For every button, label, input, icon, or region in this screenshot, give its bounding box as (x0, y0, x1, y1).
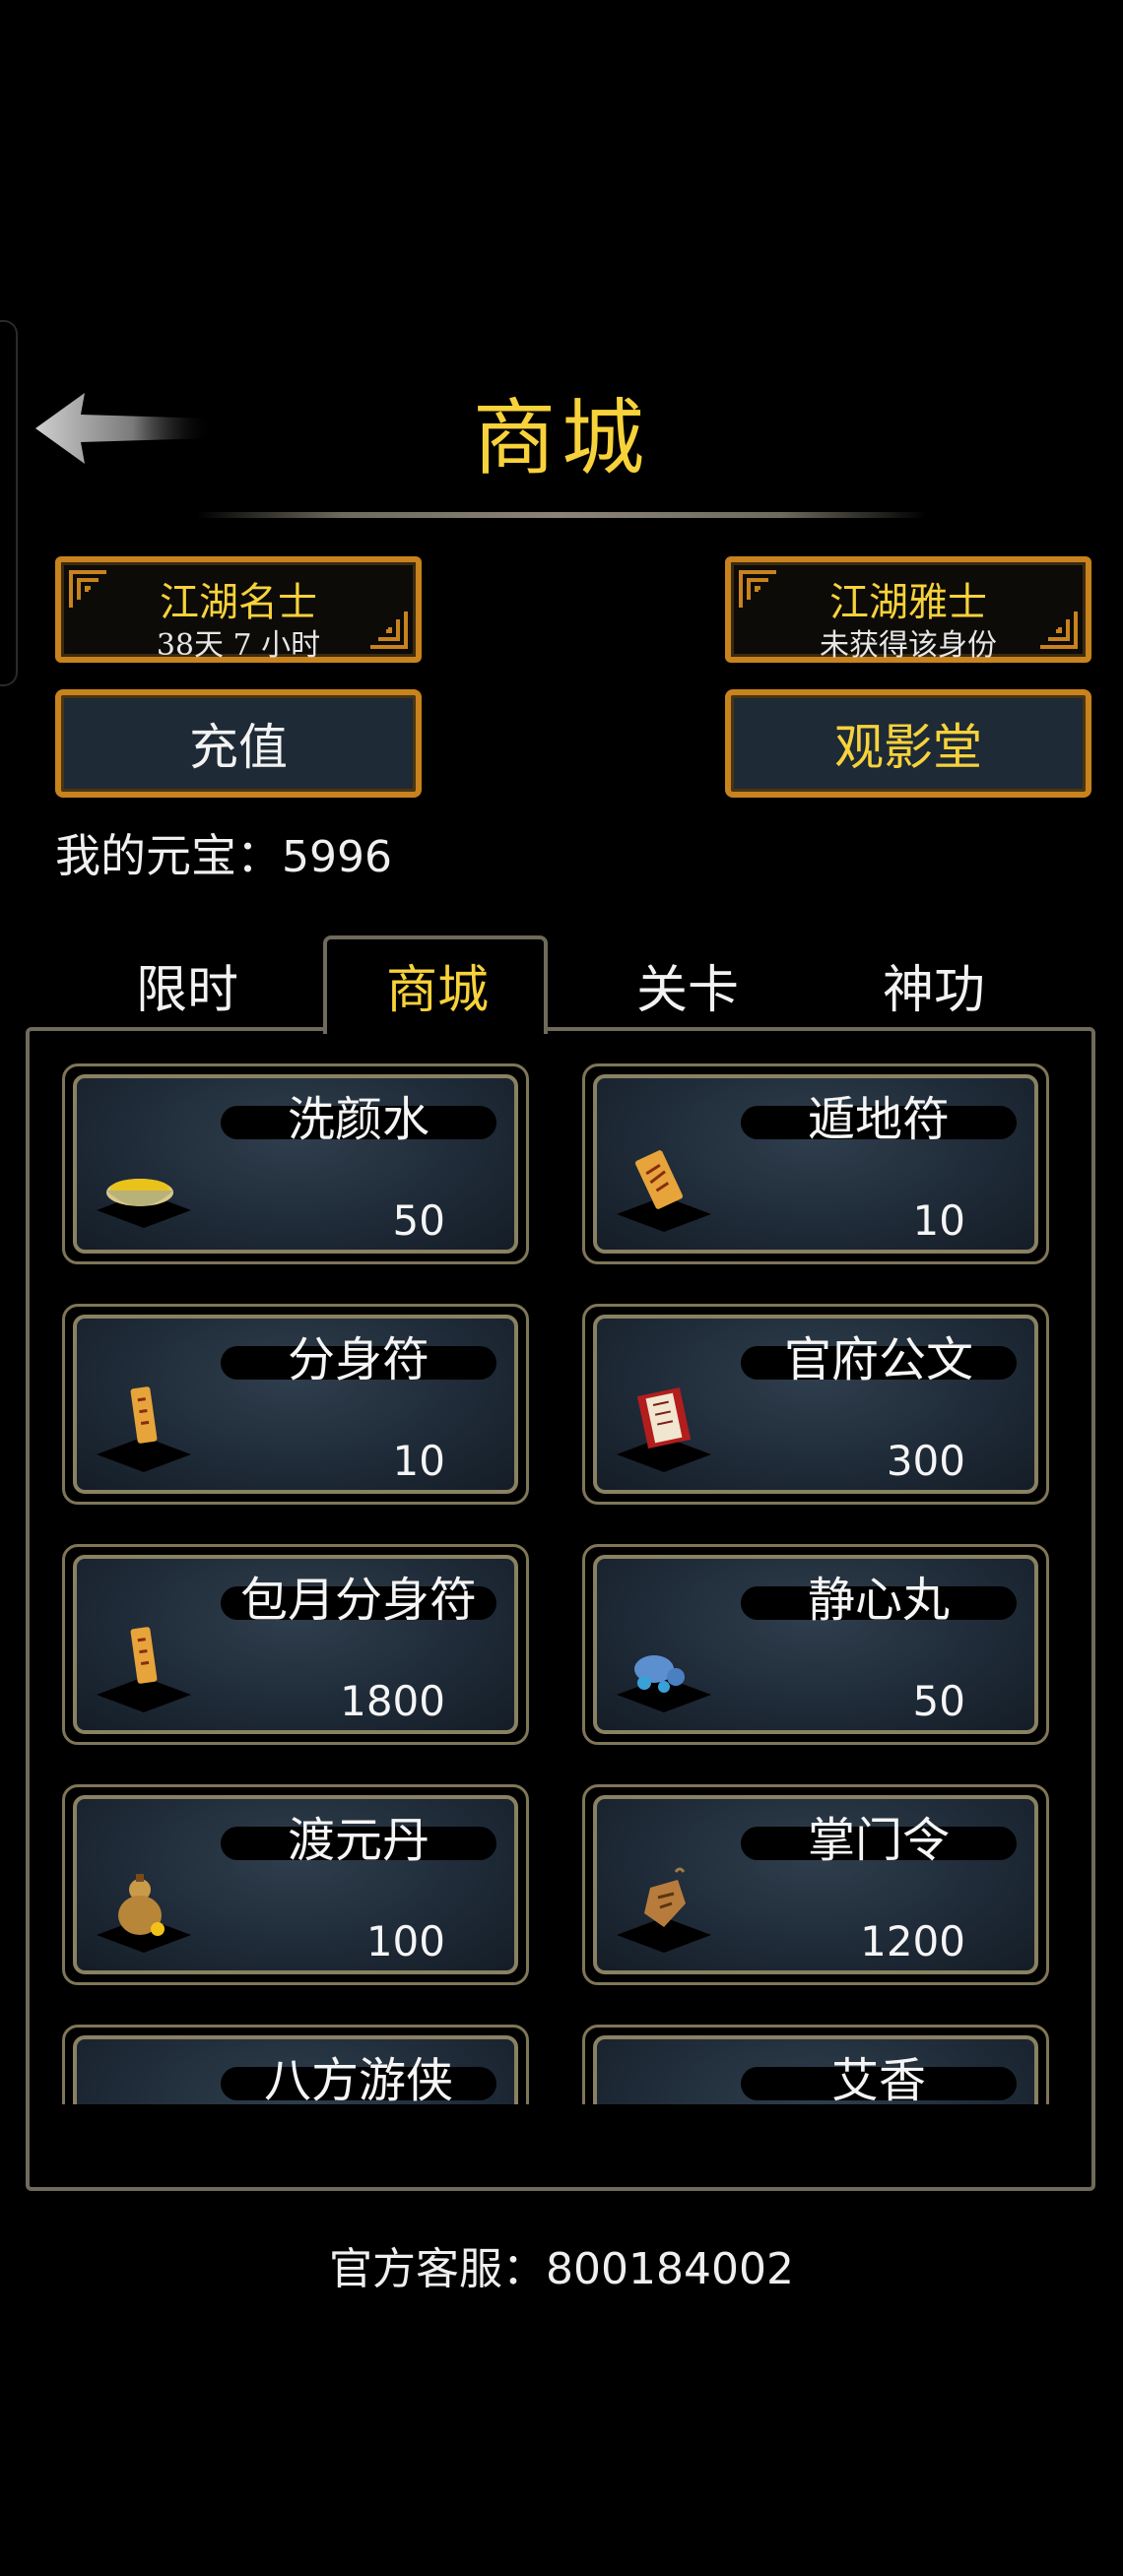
shop-item[interactable]: 掌门令 1200 (582, 1784, 1049, 1985)
item-price: 10 (392, 1437, 445, 1485)
shop-item[interactable]: 包月分身符 1800 (62, 1544, 529, 1745)
tab-limited[interactable]: 限时 (73, 945, 301, 1024)
shop-item[interactable]: 静心丸 50 (582, 1544, 1049, 1745)
item-name: 静心丸 (807, 1573, 950, 1628)
balance-value: 5996 (282, 832, 392, 882)
balance-label: 我的元宝： (55, 829, 282, 882)
item-name: 掌门令 (807, 1813, 950, 1868)
item-name: 包月分身符 (239, 1573, 477, 1628)
token-icon (617, 1867, 711, 1953)
identity-card-jianghu-mingshi[interactable]: 江湖名士 38天 7 小时 (55, 556, 422, 663)
item-price: 1800 (340, 1677, 445, 1725)
incense-icon (605, 2094, 723, 2104)
gourd-icon (97, 1874, 191, 1953)
theater-button[interactable]: 观影堂 (725, 689, 1091, 798)
item-name: 渡元丹 (287, 1813, 429, 1868)
identity-name: 江湖名士 (160, 580, 317, 625)
shop-item[interactable]: 渡元丹 100 (62, 1784, 529, 1985)
document-scroll-icon (617, 1387, 711, 1472)
item-price: 50 (912, 1677, 965, 1725)
identity-status: 38天 7 小时 (156, 628, 321, 663)
customer-service-info: 官方客服：800184002 (0, 2233, 1123, 2296)
shop-item[interactable]: 八方游侠 (62, 2025, 529, 2104)
talisman-icon (617, 1150, 711, 1232)
recharge-button[interactable]: 充值 (55, 689, 422, 798)
item-price: 100 (365, 1917, 445, 1965)
item-price: 300 (886, 1437, 965, 1485)
identity-status: 未获得该身份 (820, 628, 997, 663)
blue-pill-icon (617, 1655, 711, 1712)
service-number: 800184002 (546, 2244, 794, 2294)
item-name: 八方游侠 (263, 2053, 453, 2104)
title-divider (197, 512, 926, 518)
red-charm-icon (85, 2094, 203, 2104)
shop-item[interactable]: 官府公文 300 (582, 1304, 1049, 1505)
shop-item[interactable]: 遁地符 10 (582, 1063, 1049, 1264)
clone-talisman-icon (97, 1386, 191, 1472)
service-label: 官方客服： (329, 2244, 547, 2294)
item-name: 官府公文 (783, 1332, 973, 1387)
item-grid: 洗颜水 50 遁地符 10 分身符 10 官府公文 300 包月分身符 1800… (30, 1031, 1091, 2104)
item-price: 1200 (860, 1917, 965, 1965)
item-name: 分身符 (287, 1332, 429, 1387)
tab-shop[interactable]: 商城 (323, 945, 552, 1024)
identity-card-jianghu-yashi[interactable]: 江湖雅士 未获得该身份 (725, 556, 1091, 663)
clone-talisman-icon (97, 1627, 191, 1712)
item-price: 10 (912, 1196, 965, 1245)
item-price: 50 (392, 1196, 445, 1245)
tab-levels[interactable]: 关卡 (573, 945, 802, 1024)
shop-item[interactable]: 分身符 10 (62, 1304, 529, 1505)
item-name: 洗颜水 (287, 1092, 429, 1147)
page-title: 商城 (472, 390, 650, 486)
bowl-icon (97, 1179, 191, 1228)
shop-item[interactable]: 洗颜水 50 (62, 1063, 529, 1264)
shop-item[interactable]: 艾香 (582, 2025, 1049, 2104)
item-name: 艾香 (830, 2053, 926, 2104)
ingot-balance: 我的元宝：5996 (55, 820, 392, 885)
tab-martial-arts[interactable]: 神功 (820, 945, 1048, 1024)
item-name: 遁地符 (807, 1092, 950, 1147)
identity-name: 江湖雅士 (829, 580, 987, 625)
